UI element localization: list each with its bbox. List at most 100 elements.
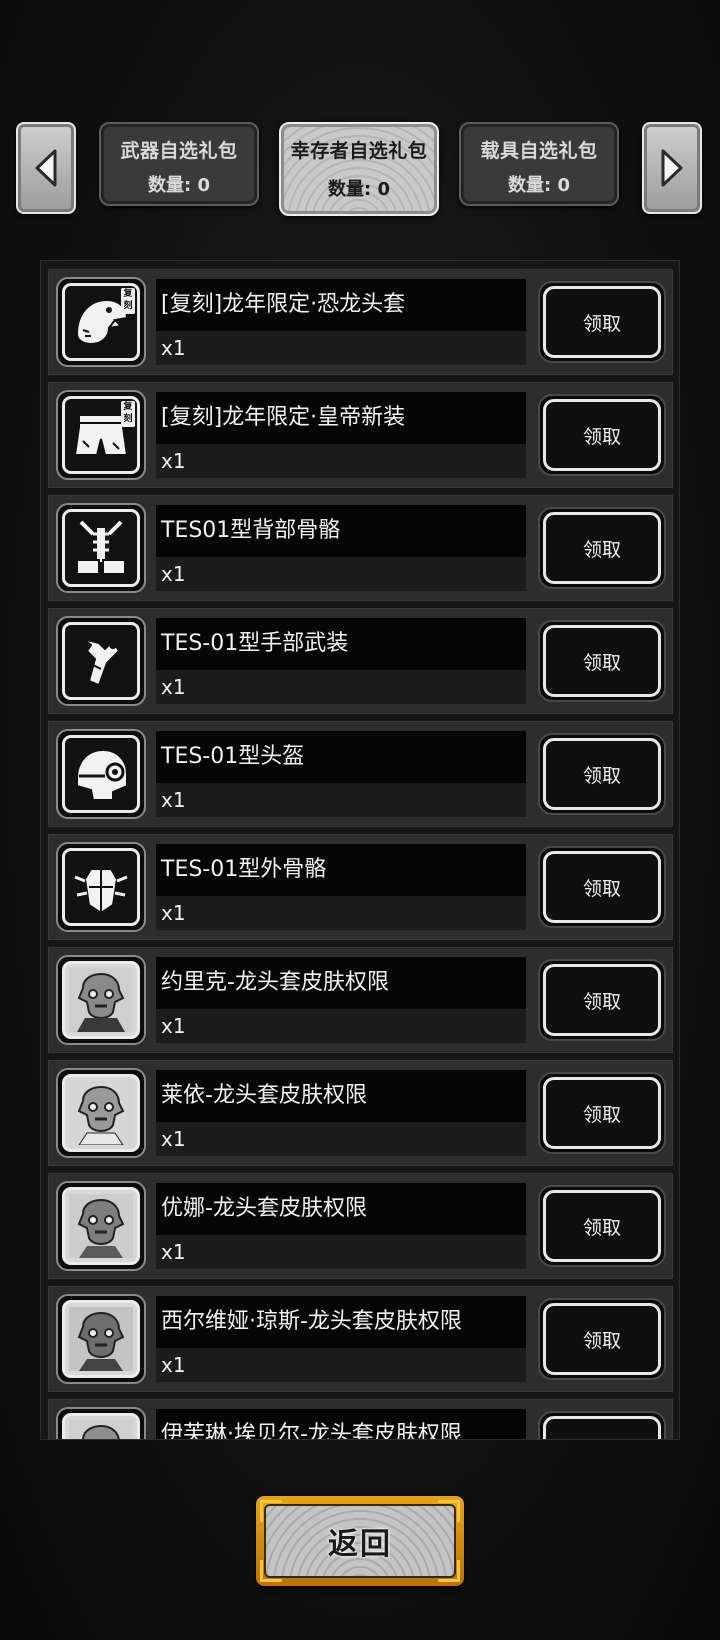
emperor-outfit-icon: 复刻 (62, 396, 140, 474)
item-info: TES01型背部骨骼 x1 (156, 505, 526, 591)
dragon-skin-portrait-icon (62, 961, 140, 1039)
item-name: 莱依-龙头套皮肤权限 (156, 1070, 526, 1122)
tab-count: 数量: 0 (508, 175, 570, 196)
claim-button[interactable]: 领取 (538, 620, 666, 702)
item-name: TES01型背部骨骼 (156, 505, 526, 557)
back-button-label: 返回 (328, 1527, 392, 1562)
item-icon-frame: 复刻 (56, 277, 146, 367)
item-icon-frame: 复刻 (56, 390, 146, 480)
reward-list: 复刻 [复刻]龙年限定·恐龙头套 x1 领取 复刻 [复刻]龙年限定·皇帝新装 … (48, 269, 673, 1439)
item-icon-frame (56, 842, 146, 932)
back-button[interactable]: 返回 (256, 1496, 464, 1586)
previous-tab-button[interactable] (16, 122, 76, 214)
claim-button[interactable]: 领取 (538, 1185, 666, 1267)
item-icon-frame (56, 955, 146, 1045)
item-info: 莱依-龙头套皮肤权限 x1 (156, 1070, 526, 1156)
claim-button-label: 领取 (543, 399, 661, 471)
claim-button-label: 领取 (543, 1190, 661, 1262)
claim-button[interactable]: 领取 (538, 507, 666, 589)
item-quantity: x1 (156, 1348, 526, 1382)
item-info: 西尔维娅·琼斯-龙头套皮肤权限 x1 (156, 1296, 526, 1382)
claim-button[interactable]: 领取 (538, 733, 666, 815)
chevron-left-icon (35, 149, 57, 187)
item-icon-frame (56, 1068, 146, 1158)
claim-button[interactable]: 领取 (538, 846, 666, 928)
reward-row: TES-01型手部武装 x1 领取 (48, 608, 673, 714)
item-info: 优娜-龙头套皮肤权限 x1 (156, 1183, 526, 1269)
item-name: 约里克-龙头套皮肤权限 (156, 957, 526, 1009)
claim-button[interactable]: 领取 (538, 1298, 666, 1380)
gift-pack-screen: 武器自选礼包 数量: 0 幸存者自选礼包 数量: 0 载具自选礼包 数量: 0 (0, 0, 720, 1640)
item-name: 西尔维娅·琼斯-龙头套皮肤权限 (156, 1296, 526, 1348)
item-name: [复刻]龙年限定·恐龙头套 (156, 279, 526, 331)
claim-button-label: 领取 (543, 512, 661, 584)
claim-button-label: 领取 (543, 851, 661, 923)
ornament-corner-icon (438, 1560, 460, 1582)
item-quantity: x1 (156, 331, 526, 365)
reward-row: 莱依-龙头套皮肤权限 x1 领取 (48, 1060, 673, 1166)
claim-button[interactable]: 领取 (538, 1411, 666, 1439)
item-icon-frame (56, 1181, 146, 1271)
item-name: [复刻]龙年限定·皇帝新装 (156, 392, 526, 444)
reward-row: 伊芙琳·埃贝尔-龙头套皮肤权限 x1 领取 (48, 1399, 673, 1439)
item-name: TES-01型外骨骼 (156, 844, 526, 896)
rerun-tag: 复刻 (121, 401, 135, 427)
dragon-skin-portrait-icon (62, 1074, 140, 1152)
dinosaur-head-icon: 复刻 (62, 283, 140, 361)
next-tab-button[interactable] (642, 122, 702, 214)
item-quantity: x1 (156, 670, 526, 704)
tab-count: 数量: 0 (328, 179, 390, 200)
reward-row: TES01型背部骨骼 x1 领取 (48, 495, 673, 601)
reward-row: 约里克-龙头套皮肤权限 x1 领取 (48, 947, 673, 1053)
dragon-skin-portrait-icon (62, 1187, 140, 1265)
reward-row: 复刻 [复刻]龙年限定·皇帝新装 x1 领取 (48, 382, 673, 488)
item-icon-frame (56, 1294, 146, 1384)
claim-button[interactable]: 领取 (538, 281, 666, 363)
claim-button-label: 领取 (543, 738, 661, 810)
item-icon-frame (56, 1407, 146, 1439)
item-info: TES-01型外骨骼 x1 (156, 844, 526, 930)
reward-row: 优娜-龙头套皮肤权限 x1 领取 (48, 1173, 673, 1279)
reward-row: 复刻 [复刻]龙年限定·恐龙头套 x1 领取 (48, 269, 673, 375)
item-info: TES-01型头盔 x1 (156, 731, 526, 817)
claim-button[interactable]: 领取 (538, 959, 666, 1041)
reward-list-panel[interactable]: 复刻 [复刻]龙年限定·恐龙头套 x1 领取 复刻 [复刻]龙年限定·皇帝新装 … (40, 260, 680, 1440)
item-info: TES-01型手部武装 x1 (156, 618, 526, 704)
tab-survivor-pack[interactable]: 幸存者自选礼包 数量: 0 (279, 122, 439, 216)
back-skeleton-icon (62, 509, 140, 587)
tab-vehicle-pack[interactable]: 载具自选礼包 数量: 0 (459, 122, 619, 206)
dragon-skin-portrait-icon (62, 1413, 140, 1439)
item-icon-frame (56, 729, 146, 819)
item-icon-frame (56, 503, 146, 593)
item-name: 优娜-龙头套皮肤权限 (156, 1183, 526, 1235)
tab-label: 载具自选礼包 (480, 140, 598, 162)
helmet-icon (62, 735, 140, 813)
item-quantity: x1 (156, 1122, 526, 1156)
reward-row: TES-01型头盔 x1 领取 (48, 721, 673, 827)
claim-button[interactable]: 领取 (538, 394, 666, 476)
item-quantity: x1 (156, 1009, 526, 1043)
tab-label: 武器自选礼包 (120, 140, 238, 162)
ornament-corner-icon (260, 1500, 282, 1522)
item-quantity: x1 (156, 783, 526, 817)
hand-armament-icon (62, 622, 140, 700)
claim-button-label: 领取 (543, 286, 661, 358)
ornament-corner-icon (438, 1500, 460, 1522)
item-info: 约里克-龙头套皮肤权限 x1 (156, 957, 526, 1043)
ornament-corner-icon (260, 1560, 282, 1582)
claim-button-label: 领取 (543, 1416, 661, 1439)
claim-button-label: 领取 (543, 964, 661, 1036)
reward-row: 西尔维娅·琼斯-龙头套皮肤权限 x1 领取 (48, 1286, 673, 1392)
claim-button-label: 领取 (543, 625, 661, 697)
claim-button[interactable]: 领取 (538, 1072, 666, 1154)
item-info: [复刻]龙年限定·恐龙头套 x1 (156, 279, 526, 365)
dragon-skin-portrait-icon (62, 1300, 140, 1378)
item-name: TES-01型手部武装 (156, 618, 526, 670)
item-quantity: x1 (156, 896, 526, 930)
tab-label: 幸存者自选礼包 (290, 140, 428, 162)
gift-pack-tab-bar: 武器自选礼包 数量: 0 幸存者自选礼包 数量: 0 载具自选礼包 数量: 0 (0, 120, 720, 220)
reward-row: TES-01型外骨骼 x1 领取 (48, 834, 673, 940)
tab-weapon-pack[interactable]: 武器自选礼包 数量: 0 (99, 122, 259, 206)
chevron-right-icon (661, 149, 683, 187)
item-info: [复刻]龙年限定·皇帝新装 x1 (156, 392, 526, 478)
